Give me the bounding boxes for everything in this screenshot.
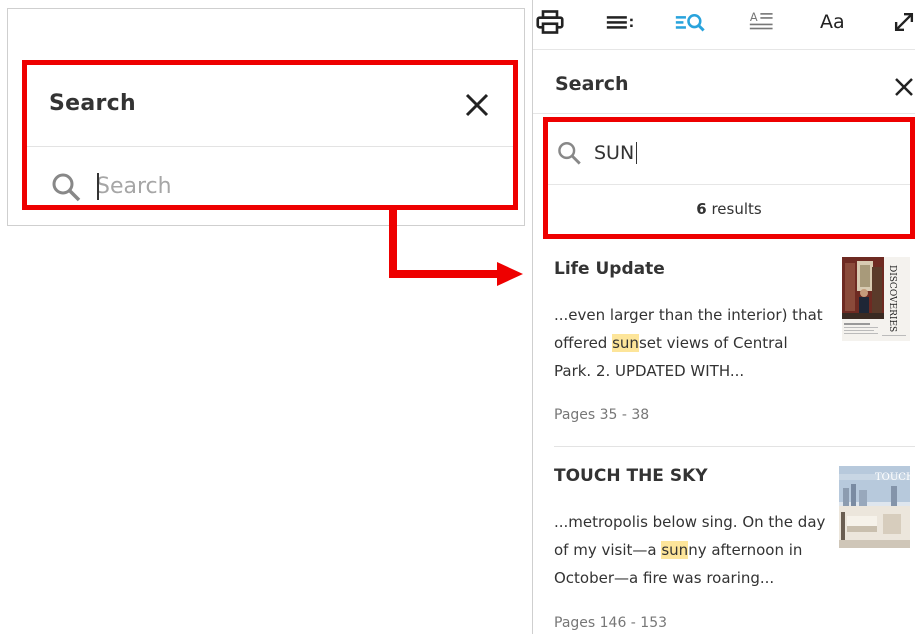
annotation-arrow-shaft-horizontal [389, 270, 499, 278]
result-thumbnail[interactable]: TOUCH [839, 466, 910, 548]
print-icon[interactable] [536, 8, 564, 36]
panel-title: Search [555, 73, 629, 95]
font-size-icon[interactable]: Aa [820, 8, 845, 36]
fullscreen-icon[interactable] [893, 8, 915, 36]
result-pages: Pages 146 - 153 [554, 615, 668, 631]
highlight-box [22, 60, 518, 210]
search-panel-icon[interactable] [675, 8, 707, 36]
svg-text:TOUCH: TOUCH [875, 472, 910, 483]
result-pages: Pages 35 - 38 [554, 407, 650, 423]
divider [554, 446, 915, 447]
match-highlight: sun [661, 541, 689, 559]
highlight-box [543, 117, 915, 239]
result-title: TOUCH THE SKY [554, 466, 708, 486]
result-snippet: ...even larger than the interior) that o… [554, 301, 829, 385]
divider [533, 113, 915, 114]
close-icon[interactable] [892, 75, 915, 99]
result-snippet: ...metropolis below sing. On the day of … [554, 508, 829, 592]
svg-text:DISCOVERIES: DISCOVERIES [887, 265, 897, 332]
divider [533, 49, 915, 50]
svg-text:A: A [750, 10, 758, 24]
result-thumbnail[interactable]: DISCOVERIES [842, 257, 910, 341]
annotation-arrow-shaft [389, 210, 397, 278]
result-title: Life Update [554, 259, 665, 279]
match-highlight: sun [612, 334, 639, 352]
text-view-icon[interactable]: A [749, 8, 775, 36]
annotation-arrow-head [497, 262, 523, 286]
table-of-contents-icon[interactable] [606, 8, 636, 36]
